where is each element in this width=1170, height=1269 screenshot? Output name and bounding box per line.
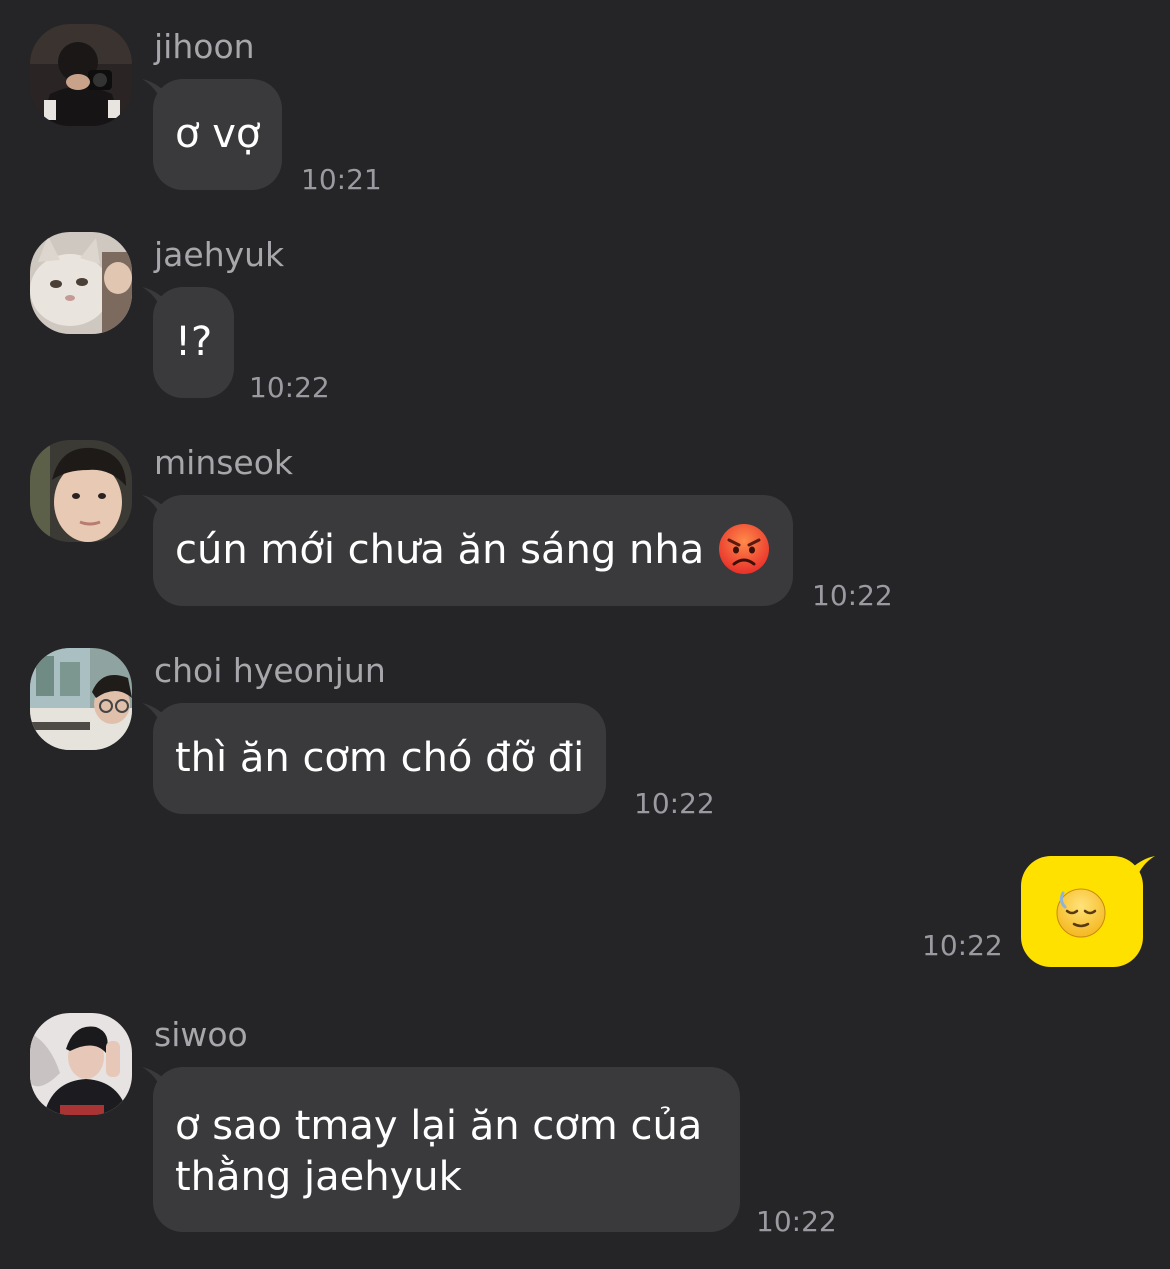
message-time: 10:21	[301, 163, 382, 196]
message-text-line: ơ sao tmay lại ăn cơm của	[175, 1103, 703, 1149]
bubble-tail	[142, 1067, 176, 1091]
message-bubble[interactable]: ơ sao tmay lại ăn cơm của thằng jaehyuk	[142, 1067, 740, 1232]
avatar-jaehyuk[interactable]	[30, 232, 132, 334]
avatar-siwoo-photo-icon	[30, 1013, 132, 1115]
bubble-tail	[142, 495, 176, 519]
pouting-face-icon	[717, 524, 771, 576]
message-text: !?	[175, 319, 213, 365]
sender-name: siwoo	[154, 1015, 248, 1054]
bubble-tail	[142, 287, 176, 311]
message-bubble[interactable]: !?	[142, 287, 235, 398]
message-text: cún mới chưa ăn sáng nha	[175, 527, 705, 573]
avatar-minseok-photo-icon	[30, 440, 132, 542]
bubble-tail	[142, 703, 176, 727]
chat-thread[interactable]: jihoon ơ vợ 10:21 jaehyuk !? 10:22 minse…	[0, 0, 1170, 1269]
my-message-bubble[interactable]	[1021, 856, 1155, 967]
avatar-minseok[interactable]	[30, 440, 132, 542]
message-time: 10:22	[922, 929, 1003, 962]
message-text: ơ vợ	[175, 111, 261, 157]
sender-name: choi hyeonjun	[154, 651, 386, 690]
bubble-tail	[142, 79, 176, 103]
sender-name: minseok	[154, 443, 294, 482]
message-bubble[interactable]: ơ vợ	[142, 79, 283, 190]
message-bubble[interactable]: cún mới chưa ăn sáng nha	[142, 495, 793, 606]
message-time: 10:22	[249, 371, 330, 404]
message-time: 10:22	[756, 1205, 837, 1238]
message-bubble[interactable]: thì ăn cơm chó đỡ đi	[142, 703, 607, 814]
avatar-jaehyuk-cat-icon	[30, 232, 132, 334]
sweat-smile-pensive-icon	[1055, 887, 1107, 939]
avatar-siwoo[interactable]	[30, 1013, 132, 1115]
avatar-jihoon[interactable]	[30, 24, 132, 126]
sender-name: jihoon	[154, 27, 255, 66]
message-time: 10:22	[634, 787, 715, 820]
message-time: 10:22	[812, 579, 893, 612]
sender-name: jaehyuk	[154, 235, 285, 274]
bubble-tail	[1119, 856, 1155, 882]
message-text-line: thằng jaehyuk	[175, 1154, 462, 1200]
avatar-hyeonjun-photo-icon	[30, 648, 132, 750]
avatar-choi-hyeonjun[interactable]	[30, 648, 132, 750]
avatar-jihoon-photo-icon	[30, 24, 132, 126]
message-text: thì ăn cơm chó đỡ đi	[175, 735, 585, 781]
